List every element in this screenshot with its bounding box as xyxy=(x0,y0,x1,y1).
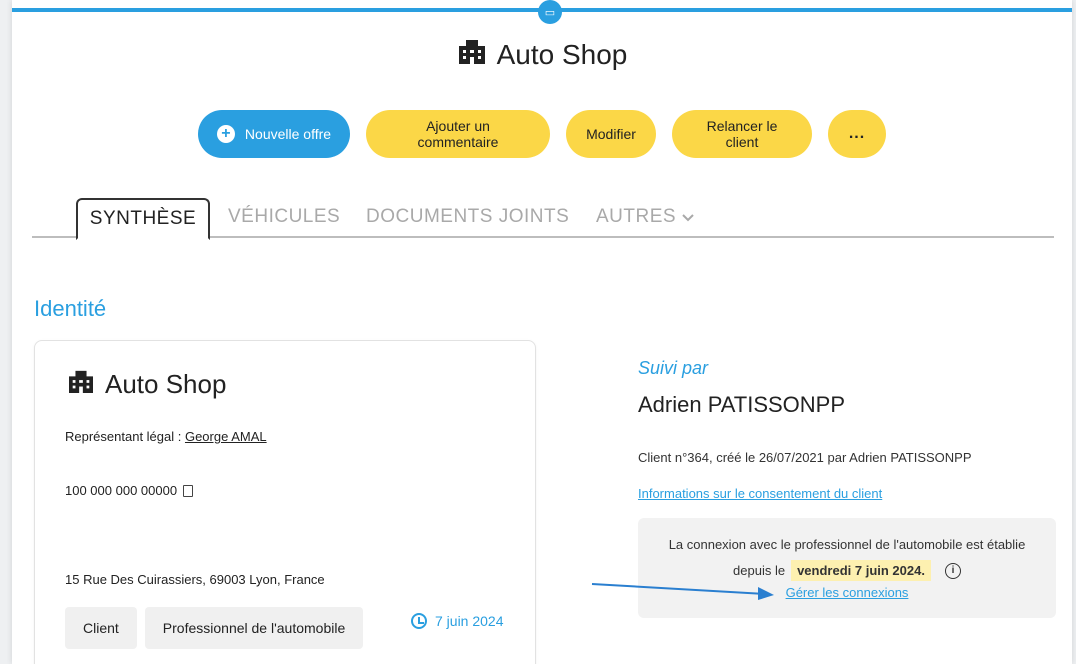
info-icon[interactable]: i xyxy=(944,562,961,579)
add-comment-button[interactable]: Ajouter un commentaire xyxy=(366,110,550,158)
tab-autres[interactable]: AUTRES xyxy=(596,196,694,238)
identity-card: Auto Shop Représentant légal : George AM… xyxy=(34,340,536,664)
tab-bar: SYNTHÈSE VÉHICULES DOCUMENTS JOINTS AUTR… xyxy=(32,196,1054,240)
client-info: Client n°364, créé le 26/07/2021 par Adr… xyxy=(638,450,972,465)
legal-representative-label: Représentant légal : xyxy=(65,429,185,444)
tag-client: Client xyxy=(65,607,137,649)
siret-value: 100 000 000 00000 xyxy=(65,483,178,498)
siret-number: 100 000 000 00000 xyxy=(65,483,194,498)
window-handle-icon[interactable]: ▭ xyxy=(538,0,562,24)
legal-representative: Représentant légal : George AMAL xyxy=(65,429,267,444)
consent-info-link[interactable]: Informations sur le consentement du clie… xyxy=(638,486,882,501)
tab-vehicules[interactable]: VÉHICULES xyxy=(228,196,340,238)
modify-button[interactable]: Modifier xyxy=(566,110,656,158)
company-name: Auto Shop xyxy=(105,369,227,399)
created-date-badge: 7 juin 2024 xyxy=(411,613,504,629)
remind-client-button[interactable]: Relancer le client xyxy=(672,110,812,158)
page-header: Auto Shop xyxy=(12,38,1072,71)
building-icon xyxy=(67,369,95,400)
since-date: vendredi 7 juin 2024. xyxy=(791,560,931,581)
action-bar: + Nouvelle offre Ajouter un commentaire … xyxy=(12,110,1072,158)
tab-documents[interactable]: DOCUMENTS JOINTS xyxy=(366,196,569,238)
tab-autres-label: AUTRES xyxy=(596,206,677,227)
arrow-annotation xyxy=(591,583,774,600)
clock-icon xyxy=(411,613,427,629)
new-offer-button[interactable]: + Nouvelle offre xyxy=(198,110,350,158)
page-title: Auto Shop xyxy=(496,38,628,70)
followed-by-label: Suivi par xyxy=(638,358,709,378)
more-options-button[interactable]: ... xyxy=(828,110,886,158)
chevron-down-icon xyxy=(682,209,694,225)
plus-icon: + xyxy=(216,125,235,143)
company-address: 15 Rue Des Cuirassiers, 69003 Lyon, Fran… xyxy=(65,572,325,587)
tag-list: Client Professionnel de l'automobile xyxy=(65,607,364,649)
connection-status-box: La connexion avec le professionnel de l'… xyxy=(638,518,1056,618)
since-label: depuis le xyxy=(733,563,786,578)
connection-text: La connexion avec le professionnel de l'… xyxy=(668,537,1026,552)
tag-professional: Professionnel de l'automobile xyxy=(144,607,364,649)
followed-by-name: Adrien PATISSONPP xyxy=(638,392,846,417)
tab-synthese[interactable]: SYNTHÈSE xyxy=(76,198,210,240)
identity-card-title: Auto Shop xyxy=(67,369,226,400)
created-date: 7 juin 2024 xyxy=(435,613,504,629)
building-icon xyxy=(457,38,487,71)
section-title-identity: Identité xyxy=(34,296,107,321)
copy-icon[interactable] xyxy=(183,484,194,497)
new-offer-label: Nouvelle offre xyxy=(244,126,332,142)
legal-representative-link[interactable]: George AMAL xyxy=(185,429,267,444)
app-frame: ▭ Auto Shop + Nouvelle offre Ajouter un … xyxy=(12,0,1072,664)
